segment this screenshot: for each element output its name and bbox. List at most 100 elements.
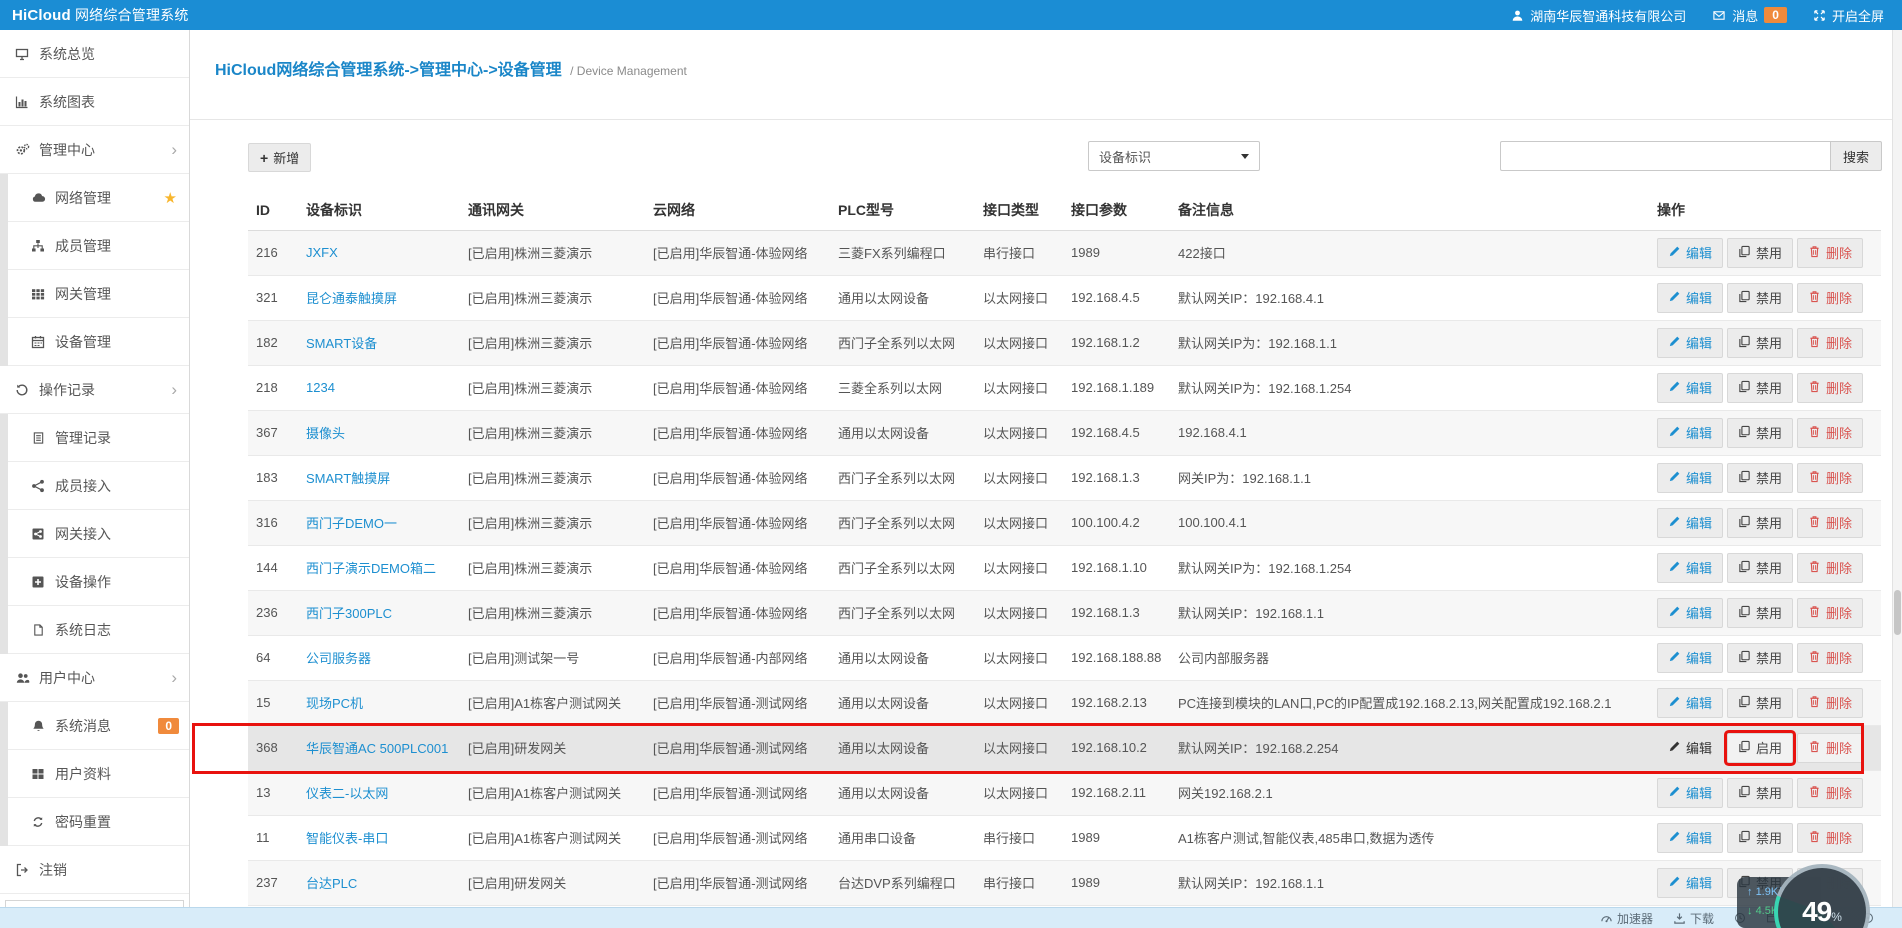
device-cell: 西门子DEMO一 <box>298 500 460 545</box>
device-link[interactable]: 智能仪表-串口 <box>306 831 388 846</box>
download-button[interactable]: 下载 <box>1673 910 1714 927</box>
disable-button[interactable]: 禁用 <box>1727 598 1793 628</box>
filter-dropdown[interactable]: 设备标识 <box>1088 141 1260 171</box>
device-link[interactable]: 摄像头 <box>306 426 345 441</box>
messages-button[interactable]: 消息 0 <box>1712 6 1787 25</box>
edit-button[interactable]: 编辑 <box>1657 463 1723 493</box>
row-id-cell: 216 <box>248 230 298 275</box>
device-link[interactable]: 昆仑通泰触摸屏 <box>306 291 397 306</box>
disable-button[interactable]: 禁用 <box>1727 238 1793 268</box>
edit-button[interactable]: 编辑 <box>1657 733 1723 763</box>
sidebar-item-gateway-management[interactable]: 网关管理 <box>8 270 189 318</box>
cloud-icon <box>30 191 46 205</box>
delete-button[interactable]: 删除 <box>1797 238 1863 268</box>
grid-icon <box>30 287 46 301</box>
sidebar-item-gateway-access[interactable]: 网关接入 <box>8 510 189 558</box>
disable-button[interactable]: 禁用 <box>1727 283 1793 313</box>
edit-button[interactable]: 编辑 <box>1657 688 1723 718</box>
disable-button[interactable]: 禁用 <box>1727 373 1793 403</box>
device-link[interactable]: JXFX <box>306 245 338 260</box>
delete-button[interactable]: 删除 <box>1797 508 1863 538</box>
disable-button[interactable]: 禁用 <box>1727 553 1793 583</box>
disable-button[interactable]: 禁用 <box>1727 778 1793 808</box>
company-account-button[interactable]: 湖南华辰智通科技有限公司 <box>1511 6 1686 25</box>
delete-button[interactable]: 删除 <box>1797 778 1863 808</box>
edit-button[interactable]: 编辑 <box>1657 418 1723 448</box>
delete-button[interactable]: 删除 <box>1797 733 1863 763</box>
sidebar-item-operation-records[interactable]: 操作记录› <box>0 366 189 414</box>
edit-button[interactable]: 编辑 <box>1657 508 1723 538</box>
fullscreen-button[interactable]: 开启全屏 <box>1813 6 1884 25</box>
interface-type-cell: 以太网接口 <box>975 500 1063 545</box>
delete-button[interactable]: 删除 <box>1797 283 1863 313</box>
device-link[interactable]: 台达PLC <box>306 876 357 891</box>
delete-button[interactable]: 删除 <box>1797 418 1863 448</box>
add-button[interactable]: + 新增 <box>248 143 311 172</box>
device-link[interactable]: 仪表二-以太网 <box>306 786 388 801</box>
edit-button[interactable]: 编辑 <box>1657 373 1723 403</box>
sidebar-item-management-records[interactable]: 管理记录 <box>8 414 189 462</box>
delete-button[interactable]: 删除 <box>1797 328 1863 358</box>
disable-button[interactable]: 禁用 <box>1727 688 1793 718</box>
device-link[interactable]: 现场PC机 <box>306 696 363 711</box>
delete-button[interactable]: 删除 <box>1797 463 1863 493</box>
device-link[interactable]: 西门子DEMO一 <box>306 516 397 531</box>
search-input[interactable] <box>1500 141 1830 171</box>
accelerator-button[interactable]: 加速器 <box>1600 910 1653 927</box>
device-cell: 西门子演示DEMO箱二 <box>298 545 460 590</box>
sidebar-item-system-charts[interactable]: 系统图表 <box>0 78 189 126</box>
edit-button[interactable]: 编辑 <box>1657 778 1723 808</box>
sidebar-item-system-messages[interactable]: 系统消息0 <box>8 702 189 750</box>
edit-button[interactable]: 编辑 <box>1657 823 1723 853</box>
sidebar-item-network-management[interactable]: 网络管理★ <box>8 174 189 222</box>
plc-model-cell: 通用以太网设备 <box>830 680 975 725</box>
edit-button[interactable]: 编辑 <box>1657 283 1723 313</box>
sidebar-item-device-management[interactable]: 设备管理 <box>8 318 189 366</box>
delete-button[interactable]: 删除 <box>1797 553 1863 583</box>
device-link[interactable]: 1234 <box>306 380 335 395</box>
sidebar-item-management-center[interactable]: 管理中心› <box>0 126 189 174</box>
edit-button[interactable]: 编辑 <box>1657 643 1723 673</box>
edit-button[interactable]: 编辑 <box>1657 238 1723 268</box>
disable-button[interactable]: 禁用 <box>1727 823 1793 853</box>
sidebar-item-user-center[interactable]: 用户中心› <box>0 654 189 702</box>
sidebar-item-system-logs[interactable]: 系统日志 <box>8 606 189 654</box>
sidebar-item-member-access[interactable]: 成员接入 <box>8 462 189 510</box>
user-icon <box>1511 9 1524 22</box>
edit-button[interactable]: 编辑 <box>1657 553 1723 583</box>
scrollbar-thumb[interactable] <box>1894 590 1901 635</box>
enable-button[interactable]: 启用 <box>1727 733 1793 763</box>
delete-button[interactable]: 删除 <box>1797 598 1863 628</box>
sidebar-item-logout[interactable]: 注销 <box>0 846 189 894</box>
device-link[interactable]: SMART设备 <box>306 336 377 351</box>
sidebar-item-member-management[interactable]: 成员管理 <box>8 222 189 270</box>
disable-button[interactable]: 禁用 <box>1727 643 1793 673</box>
sidebar-item-device-operations[interactable]: 设备操作 <box>8 558 189 606</box>
filter-dropdown-value: 设备标识 <box>1099 147 1151 166</box>
trash-icon <box>1808 785 1821 801</box>
delete-button[interactable]: 删除 <box>1797 373 1863 403</box>
device-link[interactable]: SMART触摸屏 <box>306 471 390 486</box>
device-link[interactable]: 西门子演示DEMO箱二 <box>306 561 436 576</box>
delete-button[interactable]: 删除 <box>1797 643 1863 673</box>
sidebar-item-system-overview[interactable]: 系统总览 <box>0 30 189 78</box>
disable-button[interactable]: 禁用 <box>1727 508 1793 538</box>
actions-cell: 编辑禁用删除 <box>1649 230 1881 275</box>
edit-button[interactable]: 编辑 <box>1657 598 1723 628</box>
device-link[interactable]: 公司服务器 <box>306 651 371 666</box>
edit-button[interactable]: 编辑 <box>1657 328 1723 358</box>
disable-button[interactable]: 禁用 <box>1727 418 1793 448</box>
disable-button[interactable]: 禁用 <box>1727 463 1793 493</box>
search-button[interactable]: 搜索 <box>1830 141 1882 171</box>
column-header: ID <box>248 190 298 230</box>
delete-button[interactable]: 删除 <box>1797 688 1863 718</box>
device-link[interactable]: 华辰智通AC 500PLC001 <box>306 741 448 756</box>
device-cell: 仪表二-以太网 <box>298 770 460 815</box>
device-link[interactable]: 西门子300PLC <box>306 606 392 621</box>
edit-button[interactable]: 编辑 <box>1657 868 1723 898</box>
sidebar-item-password-reset[interactable]: 密码重置 <box>8 798 189 846</box>
edit-button-label: 编辑 <box>1686 648 1712 667</box>
disable-button[interactable]: 禁用 <box>1727 328 1793 358</box>
delete-button[interactable]: 删除 <box>1797 823 1863 853</box>
sidebar-item-user-profile[interactable]: 用户资料 <box>8 750 189 798</box>
